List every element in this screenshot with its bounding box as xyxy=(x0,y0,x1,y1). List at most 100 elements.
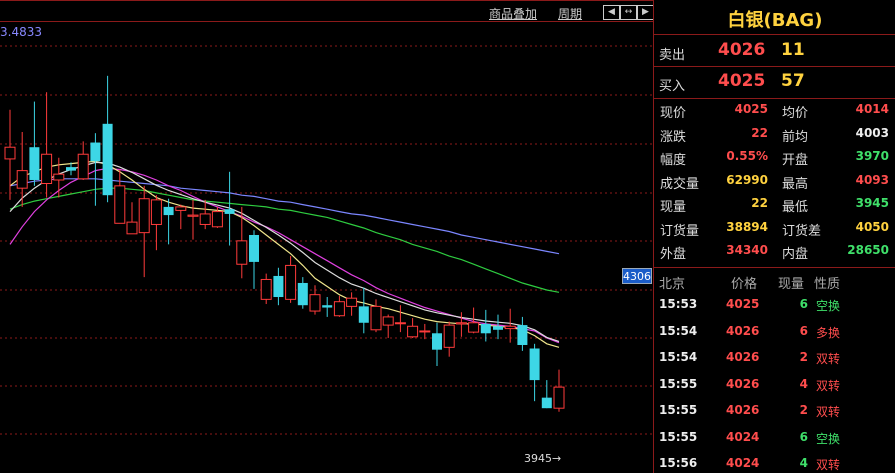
tick-volume: 4 xyxy=(799,376,808,391)
sell-price: 4026 xyxy=(718,40,766,60)
tick-nature: 双转 xyxy=(816,352,841,366)
kline-chart[interactable]: 商品叠加 周期 ◀ ↔ ▶ 3.4833 4306 3945→ xyxy=(0,0,654,473)
tick-volume: 6 xyxy=(799,429,808,444)
candle-body xyxy=(346,297,358,307)
candle-body xyxy=(309,294,321,312)
tick-nature: 双转 xyxy=(816,378,841,393)
tick-header-time: 北京 xyxy=(659,277,686,292)
tick-nature: 多换 xyxy=(816,325,841,340)
candle-body xyxy=(370,305,382,331)
divider xyxy=(654,267,895,268)
stat-label: 前均 xyxy=(782,129,809,145)
stat-value: 4025 xyxy=(734,102,768,116)
y-axis-max-label: 3.4833 xyxy=(0,25,42,39)
kline-chart-svg[interactable] xyxy=(0,0,653,473)
stat-value: 3970 xyxy=(855,149,889,163)
stat-value: 4003 xyxy=(855,125,889,140)
stat-label: 内盘 xyxy=(782,247,809,262)
stat-label: 幅度 xyxy=(660,153,687,168)
stat-label: 外盘 xyxy=(660,247,687,262)
divider xyxy=(654,34,895,35)
tick-nature: 双转 xyxy=(816,458,841,472)
low-price-marker: 3945→ xyxy=(524,452,562,465)
candle-body xyxy=(443,324,455,348)
candle-body xyxy=(102,123,113,196)
stat-label: 现价 xyxy=(660,106,687,121)
candle-body xyxy=(16,170,28,189)
candle-body xyxy=(407,325,419,338)
divider xyxy=(654,66,895,67)
tick-time: 15:55 xyxy=(659,403,698,417)
candle-body xyxy=(90,142,101,162)
quote-panel: 白银(BAG) 卖出 4026 11 买入 4025 57 现价 4025 均价 40… xyxy=(653,0,895,473)
candle-body xyxy=(260,278,272,300)
instrument-title: 白银(BAG) xyxy=(727,10,823,31)
candle-body xyxy=(358,306,369,323)
stat-value: 0.55% xyxy=(726,149,768,163)
tick-nature: 空换 xyxy=(816,299,841,313)
candle-body xyxy=(480,323,491,334)
stat-label: 涨跌 xyxy=(660,129,687,145)
candle-body xyxy=(394,322,406,325)
stat-label: 均价 xyxy=(782,106,809,121)
stat-value: 28650 xyxy=(847,243,889,257)
nav-right-icon[interactable]: ▶ xyxy=(637,5,654,20)
candle-body xyxy=(273,275,284,298)
ma-line-mid xyxy=(9,167,560,344)
tick-time: 15:55 xyxy=(659,376,698,391)
stat-value: 38894 xyxy=(726,219,768,234)
tick-time: 15:55 xyxy=(659,429,698,444)
candle-body xyxy=(236,240,248,265)
candle-body xyxy=(224,209,235,214)
ma-line-white xyxy=(9,161,560,343)
stat-label: 现量 xyxy=(660,200,687,215)
stat-value: 4050 xyxy=(855,219,889,234)
buy-price: 4025 xyxy=(718,71,766,91)
candle-body xyxy=(432,333,442,350)
stat-label: 开盘 xyxy=(782,153,809,168)
tick-volume: 6 xyxy=(799,297,808,311)
tick-time: 15:53 xyxy=(659,297,698,311)
tick-time: 15:56 xyxy=(659,456,698,470)
candle-body xyxy=(41,153,53,184)
tick-time: 15:54 xyxy=(659,350,698,364)
candle-body xyxy=(382,316,394,326)
nav-left-icon[interactable]: ◀ xyxy=(603,5,620,20)
candle-body xyxy=(249,234,259,262)
candle-body xyxy=(114,185,126,224)
stat-value: 22 xyxy=(751,125,768,140)
tick-volume: 4 xyxy=(799,456,808,470)
nav-expand-icon[interactable]: ↔ xyxy=(620,5,637,20)
ma-line-long xyxy=(9,187,560,293)
candle-body xyxy=(199,213,211,225)
period-link[interactable]: 周期 xyxy=(558,5,582,22)
tick-nature: 双转 xyxy=(816,405,841,419)
candle-body xyxy=(187,214,199,217)
candle-body xyxy=(419,330,431,333)
current-price-tag: 4306 xyxy=(622,268,652,284)
divider xyxy=(654,98,895,99)
tick-header-nature: 性质 xyxy=(814,277,841,292)
buy-volume: 57 xyxy=(781,71,805,91)
tick-time: 15:54 xyxy=(659,323,698,338)
stat-value: 3945 xyxy=(855,196,889,210)
tick-price: 4025 xyxy=(726,297,760,311)
stat-value: 22 xyxy=(751,196,768,210)
candle-body xyxy=(529,348,540,381)
candle-body xyxy=(541,397,552,409)
candle-body xyxy=(322,305,333,308)
tick-volume: 2 xyxy=(799,403,808,417)
candle-body xyxy=(53,173,65,181)
tick-price: 4026 xyxy=(726,350,760,364)
stat-label: 订货量 xyxy=(660,223,700,239)
sell-label: 卖出 xyxy=(659,48,686,63)
overlay-commodity-link[interactable]: 商品叠加 xyxy=(489,5,537,22)
candle-body xyxy=(163,206,174,216)
stat-label: 成交量 xyxy=(660,176,700,192)
candle-body xyxy=(138,198,150,234)
candle-body xyxy=(504,325,516,330)
candle-body xyxy=(455,322,467,325)
tick-header-volume: 现量 xyxy=(778,277,805,292)
candle-body xyxy=(150,199,162,225)
candle-body xyxy=(493,326,503,330)
